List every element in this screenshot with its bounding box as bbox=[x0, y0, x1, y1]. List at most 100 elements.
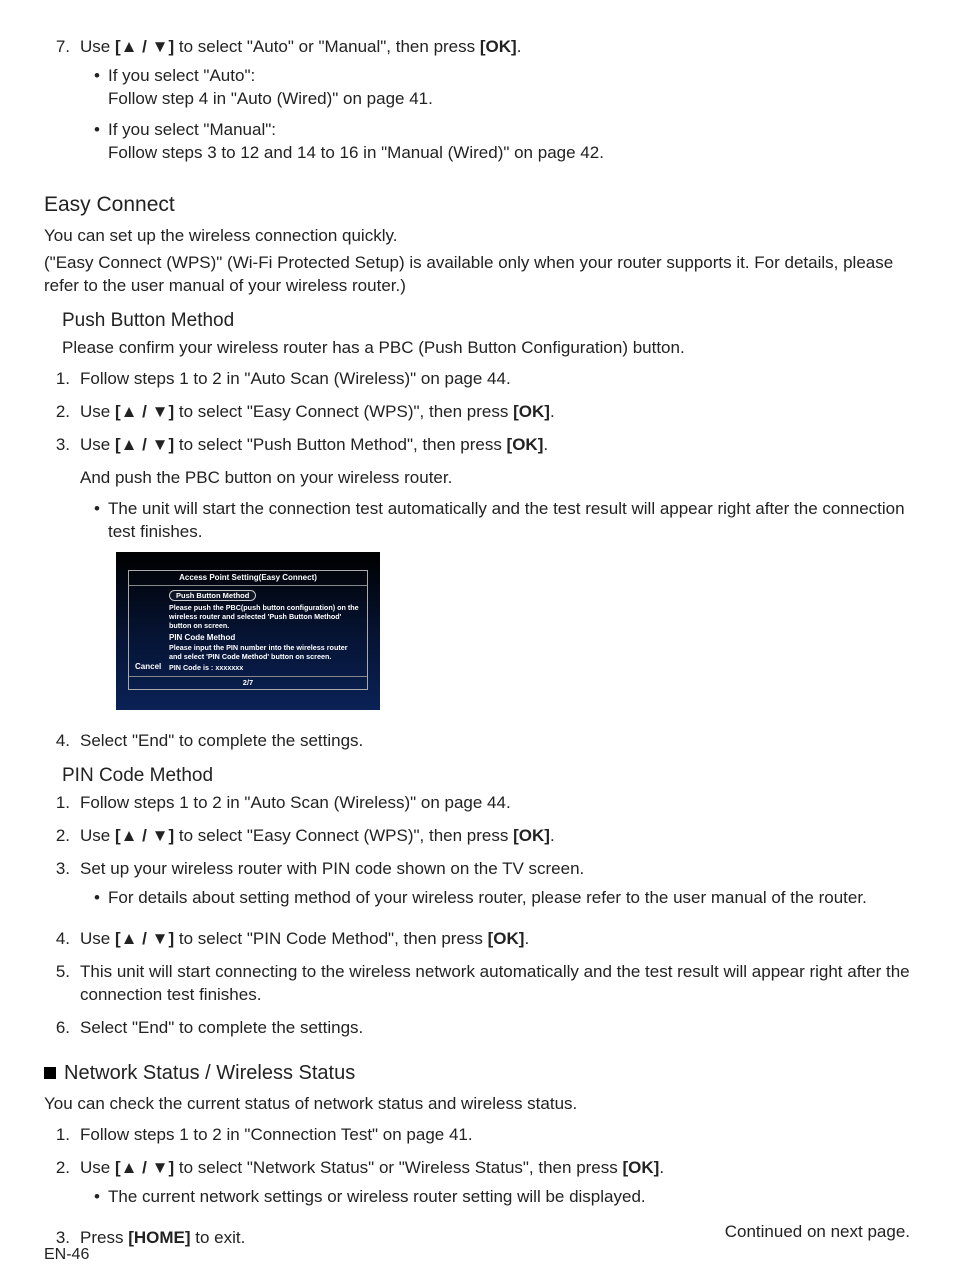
pin-code-steps: 1. Follow steps 1 to 2 in "Auto Scan (Wi… bbox=[44, 792, 910, 1040]
text: The current network settings or wireless… bbox=[108, 1187, 646, 1206]
pb-step-2: 2. Use [▲ / ▼] to select "Easy Connect (… bbox=[44, 401, 910, 424]
step-number: 3. bbox=[44, 434, 80, 720]
dialog-pin-head: PIN Code Method bbox=[169, 633, 361, 643]
step-number: 1. bbox=[44, 368, 80, 391]
dialog-pb-text: Please push the PBC(push button configur… bbox=[169, 603, 361, 630]
pc-step-3: 3. Set up your wireless router with PIN … bbox=[44, 858, 910, 918]
dialog-pin-code: PIN Code is : xxxxxxx bbox=[169, 663, 361, 672]
pb-step-3-bullets: The unit will start the connection test … bbox=[94, 498, 910, 544]
heading-push-button: Push Button Method bbox=[62, 308, 910, 334]
pb-step-1: 1. Follow steps 1 to 2 in "Auto Scan (Wi… bbox=[44, 368, 910, 391]
text: . bbox=[550, 402, 555, 421]
bullet-head: If you select "Manual": bbox=[108, 120, 276, 139]
dialog-title: Access Point Setting(Easy Connect) bbox=[129, 571, 367, 586]
text: This unit will start connecting to the w… bbox=[80, 962, 910, 1004]
ok-key: [OK] bbox=[507, 435, 544, 454]
step-number: 1. bbox=[44, 792, 80, 815]
bullet: The current network settings or wireless… bbox=[94, 1186, 910, 1209]
text: . bbox=[517, 37, 522, 56]
bullet: The unit will start the connection test … bbox=[94, 498, 910, 544]
text: to select "Easy Connect (WPS)", then pre… bbox=[174, 402, 513, 421]
text: to select "Push Button Method", then pre… bbox=[174, 435, 506, 454]
page-number: EN-46 bbox=[44, 1244, 89, 1266]
bullet-body: Follow step 4 in "Auto (Wired)" on page … bbox=[108, 89, 433, 108]
step-7: 7. Use [▲ / ▼] to select "Auto" or "Manu… bbox=[44, 36, 910, 173]
bullet: For details about setting method of your… bbox=[94, 887, 910, 910]
text: Use bbox=[80, 402, 115, 421]
dialog-pin-text: Please input the PIN number into the wir… bbox=[169, 643, 361, 661]
text: to select "Auto" or "Manual", then press bbox=[174, 37, 480, 56]
text: Use bbox=[80, 1158, 115, 1177]
text: Use bbox=[80, 37, 115, 56]
top-step-list: 7. Use [▲ / ▼] to select "Auto" or "Manu… bbox=[44, 36, 910, 173]
step-number: 2. bbox=[44, 1157, 80, 1217]
arrow-keys-icon: [▲ / ▼] bbox=[115, 929, 174, 948]
dialog-pb-pill: Push Button Method bbox=[169, 590, 256, 601]
network-status-intro: You can check the current status of netw… bbox=[44, 1093, 910, 1116]
arrow-keys-icon: [▲ / ▼] bbox=[115, 37, 174, 56]
heading-pin-code: PIN Code Method bbox=[62, 763, 910, 789]
step-number: 1. bbox=[44, 1124, 80, 1147]
step-number: 5. bbox=[44, 961, 80, 1007]
text: Select "End" to complete the settings. bbox=[80, 1018, 363, 1037]
square-bullet-icon bbox=[44, 1067, 56, 1079]
text: Follow steps 1 to 2 in "Connection Test"… bbox=[80, 1125, 473, 1144]
arrow-keys-icon: [▲ / ▼] bbox=[115, 402, 174, 421]
dialog-page-indicator: 2/7 bbox=[129, 676, 367, 688]
ok-key: [OK] bbox=[622, 1158, 659, 1177]
pc-step-1: 1. Follow steps 1 to 2 in "Auto Scan (Wi… bbox=[44, 792, 910, 815]
heading-easy-connect: Easy Connect bbox=[44, 191, 910, 219]
step-number: 6. bbox=[44, 1017, 80, 1040]
heading-network-status: Network Status / Wireless Status bbox=[44, 1060, 910, 1087]
sub-bullets: If you select "Auto": Follow step 4 in "… bbox=[94, 65, 910, 165]
pc-step-5: 5. This unit will start connecting to th… bbox=[44, 961, 910, 1007]
text: . bbox=[543, 435, 548, 454]
pb-step-3-after: And push the PBC button on your wireless… bbox=[80, 467, 910, 490]
step-number: 4. bbox=[44, 928, 80, 951]
bullet-auto: If you select "Auto": Follow step 4 in "… bbox=[94, 65, 910, 111]
ns-step-1: 1. Follow steps 1 to 2 in "Connection Te… bbox=[44, 1124, 910, 1147]
arrow-keys-icon: [▲ / ▼] bbox=[115, 1158, 174, 1177]
easy-connect-p2: ("Easy Connect (WPS)" (Wi-Fi Protected S… bbox=[44, 252, 910, 298]
pb-step-3: 3. Use [▲ / ▼] to select "Push Button Me… bbox=[44, 434, 910, 720]
ns-step-2: 2. Use [▲ / ▼] to select "Network Status… bbox=[44, 1157, 910, 1217]
push-button-intro: Please confirm your wireless router has … bbox=[62, 337, 910, 360]
step-number: 7. bbox=[44, 36, 80, 173]
text: Use bbox=[80, 435, 115, 454]
home-key: [HOME] bbox=[128, 1228, 190, 1247]
pb-step-4: 4. Select "End" to complete the settings… bbox=[44, 730, 910, 753]
ok-key: [OK] bbox=[513, 826, 550, 845]
text: . bbox=[550, 826, 555, 845]
bullet-body: Follow steps 3 to 12 and 14 to 16 in "Ma… bbox=[108, 143, 604, 162]
push-button-steps: 1. Follow steps 1 to 2 in "Auto Scan (Wi… bbox=[44, 368, 910, 752]
continued-note: Continued on next page. bbox=[725, 1221, 910, 1244]
step-number: 3. bbox=[44, 858, 80, 918]
text: Use bbox=[80, 929, 115, 948]
text: For details about setting method of your… bbox=[108, 888, 867, 907]
dialog-cancel: Cancel bbox=[135, 590, 169, 672]
text: . bbox=[524, 929, 529, 948]
easy-connect-p1: You can set up the wireless connection q… bbox=[44, 225, 910, 248]
text: The unit will start the connection test … bbox=[108, 499, 905, 541]
text: . bbox=[659, 1158, 664, 1177]
text: Select "End" to complete the settings. bbox=[80, 731, 363, 750]
step-number: 2. bbox=[44, 401, 80, 424]
pc-step-2: 2. Use [▲ / ▼] to select "Easy Connect (… bbox=[44, 825, 910, 848]
text: to select "Network Status" or "Wireless … bbox=[174, 1158, 622, 1177]
text: Use bbox=[80, 826, 115, 845]
text: Follow steps 1 to 2 in "Auto Scan (Wirel… bbox=[80, 793, 511, 812]
arrow-keys-icon: [▲ / ▼] bbox=[115, 826, 174, 845]
ok-key: [OK] bbox=[480, 37, 517, 56]
pc-step-4: 4. Use [▲ / ▼] to select "PIN Code Metho… bbox=[44, 928, 910, 951]
text: to select "Easy Connect (WPS)", then pre… bbox=[174, 826, 513, 845]
bullet-manual: If you select "Manual": Follow steps 3 t… bbox=[94, 119, 910, 165]
ok-key: [OK] bbox=[513, 402, 550, 421]
access-point-dialog: Access Point Setting(Easy Connect) Cance… bbox=[116, 552, 380, 710]
step-number: 2. bbox=[44, 825, 80, 848]
text: Set up your wireless router with PIN cod… bbox=[80, 859, 584, 878]
text: Network Status / Wireless Status bbox=[64, 1062, 355, 1084]
bullet-head: If you select "Auto": bbox=[108, 66, 255, 85]
text: to select "PIN Code Method", then press bbox=[174, 929, 488, 948]
text: to exit. bbox=[191, 1228, 246, 1247]
arrow-keys-icon: [▲ / ▼] bbox=[115, 435, 174, 454]
